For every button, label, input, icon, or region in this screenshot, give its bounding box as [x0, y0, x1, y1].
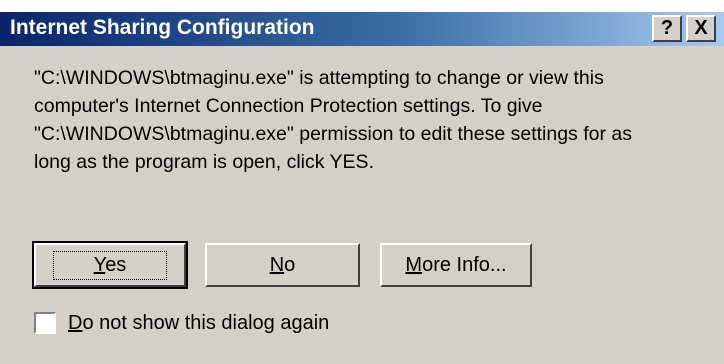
message-line: "C:\WINDOWS\btmaginu.exe" is attempting …: [34, 67, 604, 89]
no-label-rest: o: [284, 253, 296, 276]
more-info-label-rest: ore Info...: [422, 253, 507, 276]
dialog-message: "C:\WINDOWS\btmaginu.exe" is attempting …: [34, 64, 704, 176]
more-info-button-label: More Info...: [405, 254, 506, 277]
checkbox-label-rest: o not show this dialog again: [82, 311, 330, 334]
close-button[interactable]: X: [686, 15, 716, 42]
close-icon: X: [694, 17, 708, 39]
help-icon: ?: [660, 17, 674, 39]
do-not-show-again-checkbox[interactable]: [34, 312, 56, 334]
internet-sharing-dialog: Internet Sharing Configuration ? X "C:\W…: [0, 12, 724, 364]
background-strip: [0, 0, 724, 12]
more-info-mnemonic: M: [405, 253, 423, 276]
dialog-title: Internet Sharing Configuration: [10, 16, 315, 39]
help-button[interactable]: ?: [652, 15, 682, 42]
yes-button[interactable]: Yes: [32, 241, 188, 289]
do-not-show-again-label[interactable]: Do not show this dialog again: [68, 312, 329, 335]
do-not-show-again-row[interactable]: Do not show this dialog again: [34, 309, 329, 337]
yes-button-label: Yes: [52, 250, 168, 280]
message-line: long as the program is open, click YES.: [34, 151, 374, 173]
message-line: computer's Internet Connection Protectio…: [34, 95, 543, 117]
yes-label-rest: es: [105, 253, 127, 276]
no-mnemonic: N: [269, 253, 285, 276]
no-button[interactable]: No: [205, 243, 360, 287]
message-line: "C:\WINDOWS\btmaginu.exe" permission to …: [34, 123, 632, 145]
no-button-label: No: [270, 254, 296, 277]
checkbox-mnemonic: D: [68, 311, 83, 334]
more-info-button[interactable]: More Info...: [380, 243, 532, 287]
title-bar[interactable]: Internet Sharing Configuration ? X: [0, 12, 724, 46]
yes-mnemonic: Y: [93, 253, 106, 276]
